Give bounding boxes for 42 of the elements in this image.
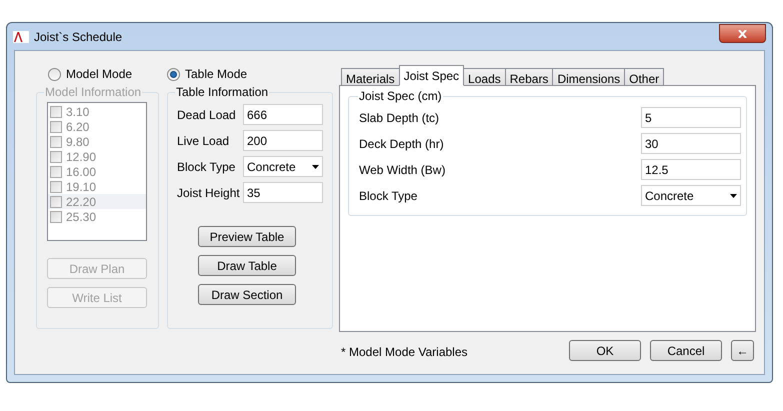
back-button[interactable]: ← bbox=[731, 340, 754, 361]
tab[interactable]: Materials bbox=[341, 68, 400, 86]
ok-button[interactable]: OK bbox=[569, 340, 641, 361]
cancel-button[interactable]: Cancel bbox=[650, 340, 722, 361]
input-field[interactable]: 200 bbox=[243, 130, 323, 151]
tab[interactable]: Joist Spec bbox=[398, 65, 464, 86]
input-field[interactable]: 666 bbox=[243, 104, 323, 125]
input-field[interactable]: 35 bbox=[243, 182, 323, 203]
radio-indicator[interactable] bbox=[167, 68, 180, 80]
action-button[interactable]: Preview Table bbox=[198, 226, 296, 247]
tab[interactable]: Dimensions bbox=[552, 68, 626, 86]
input-field[interactable]: 5 bbox=[641, 107, 741, 128]
close-button[interactable] bbox=[719, 24, 766, 43]
field-label: Slab Depth (tc) bbox=[359, 110, 440, 126]
group-title: Model Information bbox=[44, 84, 142, 101]
input-field[interactable]: 12.5 bbox=[641, 159, 741, 180]
field-label: Live Load bbox=[177, 132, 230, 150]
field-label: Joist Height bbox=[177, 184, 241, 202]
input-field[interactable]: 30 bbox=[641, 133, 741, 154]
tab[interactable]: Loads bbox=[463, 68, 506, 86]
action-button[interactable]: Draw Section bbox=[198, 284, 296, 305]
close-icon bbox=[738, 30, 747, 38]
mode-radio[interactable]: Model Mode bbox=[36, 66, 167, 82]
field-label: Web Width (Bw) bbox=[359, 162, 446, 178]
field-label: Block Type bbox=[177, 158, 236, 176]
footnote: * Model Mode Variables bbox=[341, 344, 469, 361]
field-label: Block Type bbox=[359, 188, 418, 204]
tab[interactable]: Other bbox=[624, 68, 664, 86]
tab[interactable]: Rebars bbox=[504, 68, 554, 86]
block-type-dropdown[interactable]: Concrete bbox=[641, 185, 741, 206]
mode-radio[interactable]: Table Mode bbox=[167, 66, 248, 82]
action-button[interactable]: Draw Table bbox=[198, 255, 296, 276]
group-title: Table Information bbox=[175, 84, 270, 101]
window-title: Joist`s Schedule bbox=[34, 28, 122, 46]
caret-icon bbox=[730, 194, 737, 198]
group-title: Joist Spec (cm) bbox=[358, 88, 443, 105]
radio-indicator[interactable] bbox=[48, 68, 61, 80]
block-type-dropdown[interactable]: Concrete bbox=[243, 156, 323, 177]
caret-icon bbox=[312, 164, 319, 168]
app-logo-icon bbox=[13, 30, 29, 42]
field-label: Dead Load bbox=[177, 106, 237, 124]
field-label: Deck Depth (hr) bbox=[359, 136, 444, 152]
